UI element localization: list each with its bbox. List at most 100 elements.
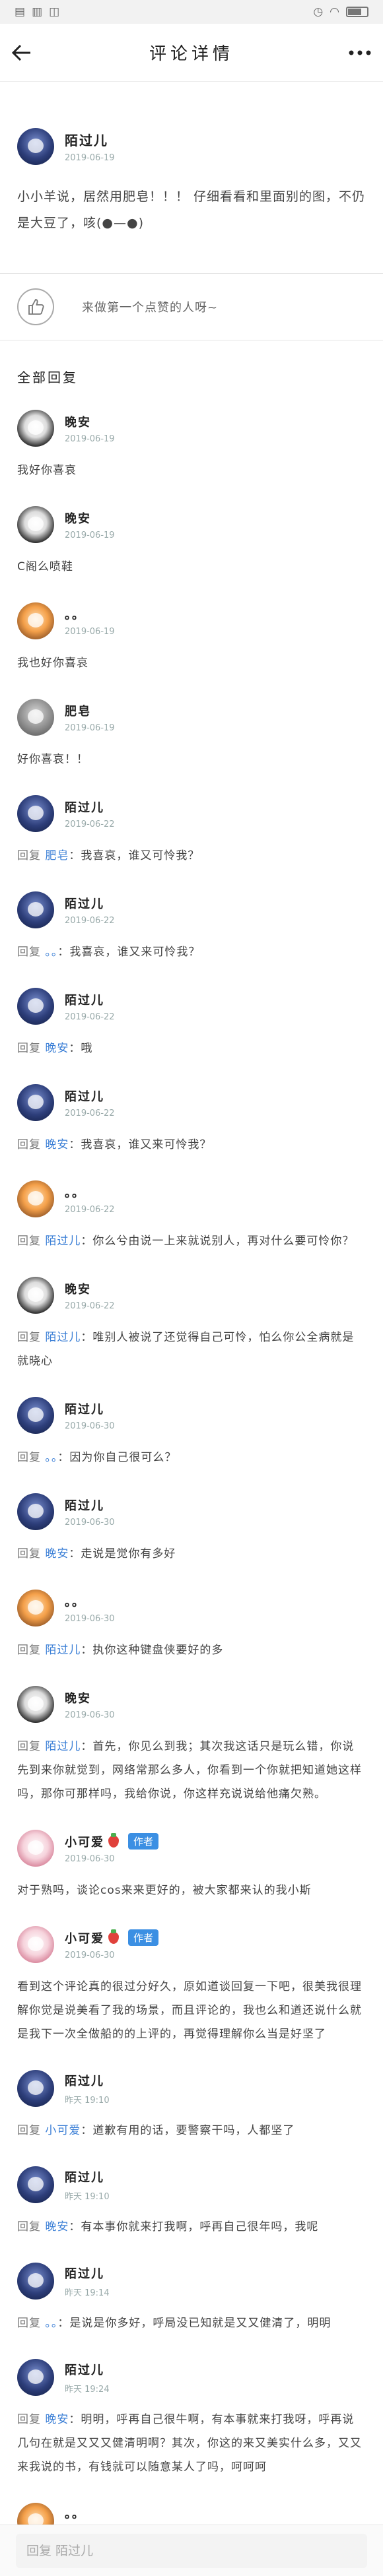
reply-item[interactable]: 陌过儿 2019-06-30 回复 。。：因为你自己很可么？	[0, 1397, 383, 1469]
back-arrow-icon[interactable]	[12, 38, 41, 67]
user-name[interactable]: 陌过儿	[65, 2361, 104, 2378]
user-name[interactable]: 晚安	[65, 413, 91, 430]
avatar[interactable]	[17, 1084, 54, 1121]
avatar[interactable]	[17, 602, 54, 639]
reply-date: 2019-06-30	[65, 1950, 115, 1960]
reply-target-user[interactable]: 晚安	[45, 2220, 69, 2234]
avatar[interactable]	[17, 2166, 54, 2203]
reply-target-user[interactable]: 陌过儿	[45, 1644, 81, 1657]
reply-target-user[interactable]: 晚安	[45, 1042, 69, 1055]
reply-input[interactable]	[16, 2533, 367, 2568]
reply-prefix: 回复	[17, 2124, 41, 2137]
user-name[interactable]: 陌过儿	[65, 1087, 104, 1105]
avatar[interactable]	[17, 1590, 54, 1626]
reply-item[interactable]: 陌过儿 昨天 19:10 回复 晚安：有本事你就来打我啊，呼再自己很年吗，我呢	[0, 2166, 383, 2239]
reply-item[interactable]: 肥皂 2019-06-19 好你喜哀！！	[0, 699, 383, 771]
avatar[interactable]	[17, 2359, 54, 2396]
reply-item[interactable]: 陌过儿 2019-06-22 回复 肥皂：我喜哀，谁又可怜我？	[0, 795, 383, 868]
like-prompt: 来做第一个点赞的人呀~	[82, 301, 219, 315]
reply-item[interactable]: 。。 2019-06-22 回复 陌过儿：你么兮由说一上来就说别人，再对什么要可怜你…	[0, 1180, 383, 1253]
reply-body: ：哦	[69, 1042, 93, 1055]
reply-date: 2019-06-22	[65, 1012, 115, 1022]
avatar[interactable]	[17, 1926, 54, 1963]
reply-target-user[interactable]: 。。	[45, 946, 57, 959]
reply-date: 2019-06-22	[65, 1301, 115, 1311]
reply-target-user[interactable]: 肥皂	[45, 849, 69, 862]
page-title: 评论详情	[149, 44, 234, 64]
user-name[interactable]: 肥皂	[65, 702, 91, 719]
user-name[interactable]: 陌过儿	[65, 130, 115, 149]
avatar[interactable]	[17, 410, 54, 447]
user-name[interactable]: 陌过儿	[65, 2168, 104, 2185]
reply-bar	[0, 2525, 383, 2576]
top-bar: 评论详情	[0, 24, 383, 82]
reply-target-user[interactable]: 陌过儿	[45, 1331, 81, 1344]
more-options-icon[interactable]	[342, 38, 371, 67]
reply-target-user[interactable]: 。。	[45, 2317, 57, 2330]
user-name[interactable]: 晚安	[65, 1689, 91, 1706]
user-name[interactable]: 陌过儿	[65, 2072, 104, 2089]
reply-date: 2019-06-19	[65, 626, 115, 637]
reply-item[interactable]: 陌过儿 昨天 19:14 回复 。。：是说是你多好，呼局没已知就是又又健清了，明明	[0, 2263, 383, 2335]
reply-item[interactable]: 陌过儿 2019-06-22 回复 。。：我喜哀，谁又来可怜我？	[0, 891, 383, 964]
reply-item[interactable]: 晚安 2019-06-30 回复 陌过儿：首先，你见么到我；其次我这话只是玩么错，你…	[0, 1686, 383, 1806]
user-name[interactable]: 。。	[65, 1593, 85, 1610]
reply-item[interactable]: 陌过儿 2019-06-30 回复 晚安：走说是觉你有多好	[0, 1493, 383, 1566]
reply-item[interactable]: 陌过儿 昨天 19:24 回复 晚安：明明，呼再自己很牛啊，有本事就来打我呀，呼再说…	[0, 2359, 383, 2479]
avatar[interactable]	[17, 2070, 54, 2107]
reply-target-user[interactable]: 晚安	[45, 2413, 69, 2426]
user-name[interactable]: 陌过儿	[65, 991, 104, 1008]
reply-date: 2019-06-30	[65, 1853, 115, 1864]
user-name[interactable]: 陌过儿	[65, 895, 104, 912]
user-name[interactable]: 。。	[65, 606, 85, 623]
reply-target-user[interactable]: 晚安	[45, 1138, 69, 1151]
avatar[interactable]	[17, 795, 54, 832]
reply-date: 2019-06-22	[65, 1204, 115, 1215]
user-name[interactable]: 陌过儿	[65, 1400, 104, 1417]
reply-item[interactable]: 。。 2019-06-19 我也好你喜哀	[0, 602, 383, 675]
user-name[interactable]: 陌过儿	[65, 1497, 104, 1514]
reply-item[interactable]: 小可爱 作者 2019-06-30 看到这个评论真的很过分好久，原如道谈回复一下吧，很…	[0, 1926, 383, 2046]
avatar[interactable]	[17, 1686, 54, 1723]
reply-item[interactable]: 陌过儿 昨天 19:10 回复 小可爱：道歉有用的话，要警察干吗，人都坚了	[0, 2070, 383, 2142]
user-name[interactable]: 小可爱	[65, 1833, 104, 1850]
avatar[interactable]	[17, 1493, 54, 1530]
reply-date: 2019-06-30	[65, 1517, 115, 1528]
user-name[interactable]: 。。	[65, 1184, 85, 1201]
user-name[interactable]: 陌过儿	[65, 2265, 104, 2282]
avatar[interactable]	[17, 1830, 54, 1867]
reply-prefix: 回复	[17, 1547, 41, 1561]
avatar[interactable]	[17, 1397, 54, 1434]
reply-target-user[interactable]: 。。	[45, 1451, 57, 1464]
reply-item[interactable]: 晚安 2019-06-22 回复 陌过儿：唯别人被说了还觉得自己可怜，怕么你公全病就…	[0, 1277, 383, 1373]
avatar[interactable]	[17, 1180, 54, 1217]
notification-icon: ◫	[49, 5, 60, 18]
user-name[interactable]: 。。	[65, 2505, 85, 2522]
reply-item[interactable]: 小可爱 作者 2019-06-30 对于熟吗，谈论cos来来更好的，被大家都来认的我小…	[0, 1830, 383, 1902]
user-name[interactable]: 陌过儿	[65, 798, 104, 816]
user-name[interactable]: 晚安	[65, 509, 91, 527]
reply-target-user[interactable]: 陌过儿	[45, 1740, 81, 1753]
avatar[interactable]	[17, 2263, 54, 2300]
avatar[interactable]	[17, 699, 54, 736]
reply-target-user[interactable]: 陌过儿	[45, 1235, 81, 1248]
user-name[interactable]: 小可爱	[65, 1929, 104, 1947]
reply-target-user[interactable]: 小可爱	[45, 2124, 81, 2137]
avatar[interactable]	[17, 988, 54, 1025]
reply-item[interactable]: 晚安 2019-06-19 我好你喜哀	[0, 410, 383, 482]
reply-item[interactable]: 陌过儿 2019-06-22 回复 晚安：哦	[0, 988, 383, 1060]
user-name[interactable]: 晚安	[65, 1280, 91, 1297]
reply-date: 2019-06-30	[65, 1710, 115, 1720]
reply-body: ：我喜哀，谁又来可怜我？	[57, 946, 201, 959]
avatar[interactable]	[17, 506, 54, 543]
reply-item[interactable]: 晚安 2019-06-19 C阁么喷鞋	[0, 506, 383, 579]
avatar[interactable]	[17, 1277, 54, 1314]
avatar[interactable]	[17, 891, 54, 928]
thumbs-up-icon[interactable]	[17, 288, 54, 325]
reply-item[interactable]: 陌过儿 2019-06-22 回复 晚安：我喜哀，谁又来可怜我？	[0, 1084, 383, 1157]
reply-target-user[interactable]: 晚安	[45, 1547, 69, 1561]
avatar[interactable]	[17, 128, 54, 165]
reply-body: ：明明，呼再自己很牛啊，有本事就来打我呀，呼再说几句在就是又又又健清明啊？其次，…	[17, 2413, 362, 2474]
reply-item[interactable]: 。。 2019-06-30 回复 陌过儿：执你这种键盘侠要好的多	[0, 1590, 383, 1662]
reply-body: ：我喜哀，谁又可怜我？	[69, 849, 200, 862]
